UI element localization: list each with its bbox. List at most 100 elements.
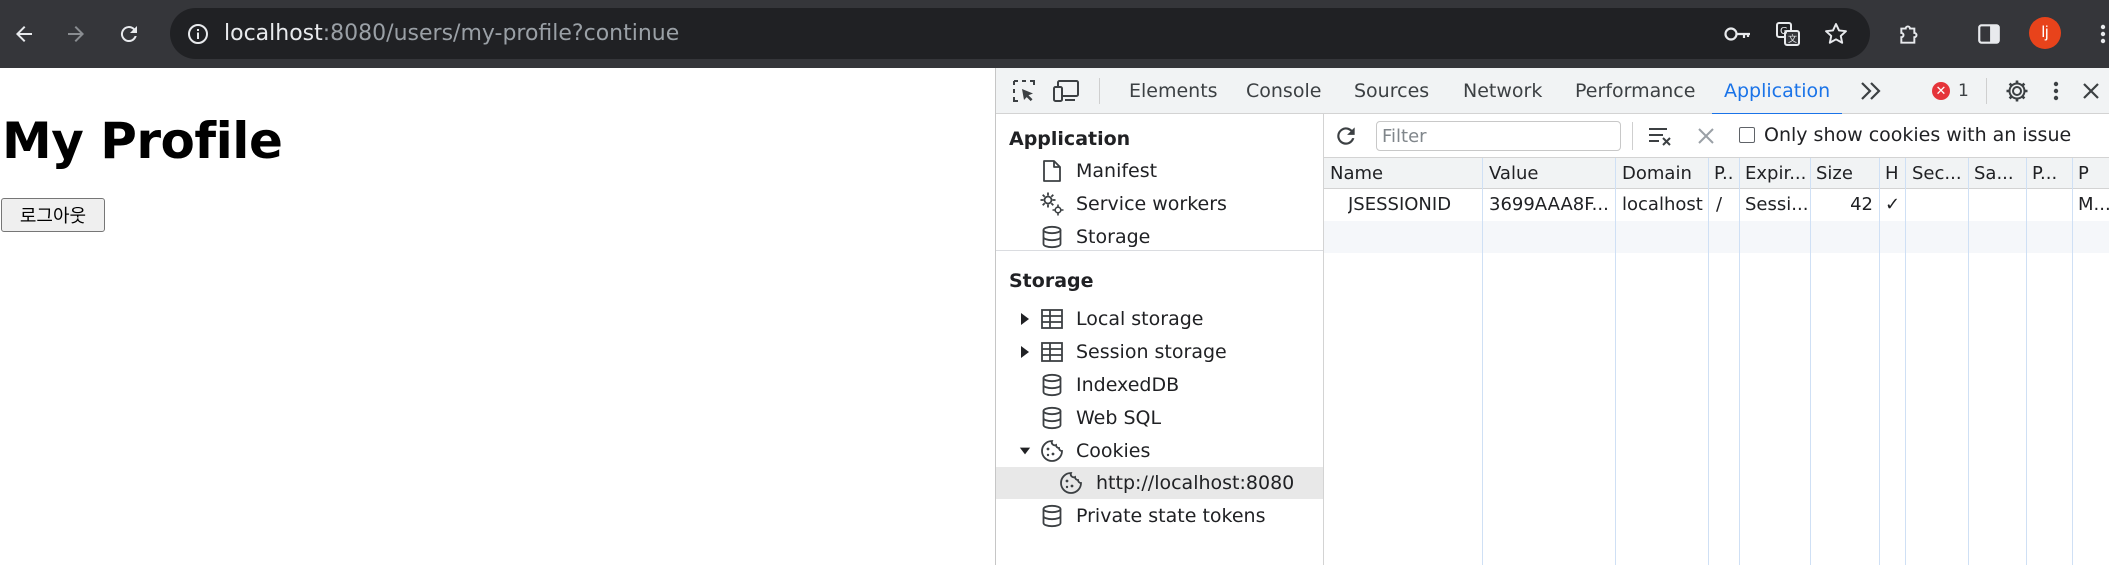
side-panel-button[interactable] [1969, 14, 2009, 54]
sidebar-item-storage[interactable]: Storage [996, 221, 1323, 253]
tab-sources[interactable]: Sources [1354, 68, 1429, 114]
more-tabs-icon[interactable] [1855, 75, 1887, 107]
header-domain[interactable]: Domain [1622, 158, 1704, 189]
sidebar-item-local-storage[interactable]: Local storage [996, 303, 1323, 335]
site-info-icon[interactable] [182, 18, 214, 50]
header-httponly[interactable]: H [1885, 158, 1903, 189]
sidebar-header-storage: Storage [1009, 270, 1094, 292]
column-divider [1482, 158, 1483, 565]
cell-secure [1912, 189, 1966, 221]
settings-gear-icon[interactable] [2001, 75, 2033, 107]
error-count: 1 [1958, 81, 1969, 101]
sidebar-item-indexeddb[interactable]: IndexedDB [996, 369, 1323, 401]
delete-selected-icon[interactable] [1691, 121, 1721, 151]
svg-text:G: G [1780, 26, 1788, 37]
sidebar-item-label: Web SQL [1076, 407, 1162, 429]
sidebar-item-manifest[interactable]: Manifest [996, 155, 1323, 187]
back-button[interactable] [4, 14, 44, 54]
cookie-icon [1058, 470, 1084, 496]
page-title: My Profile [2, 112, 283, 170]
cell-priority: M... [2078, 194, 2109, 215]
cell-httponly: ✓ [1885, 194, 1901, 215]
browser-toolbar: localhost:8080/users/my-profile?continue… [0, 0, 2109, 68]
clear-all-cookies-icon[interactable] [1645, 121, 1675, 151]
cookie-icon [1039, 438, 1065, 464]
url-host: localhost [224, 21, 323, 46]
application-sidebar: Application Manifest Service workers Sto… [996, 114, 1324, 565]
database-icon [1039, 372, 1065, 398]
bookmark-star-icon[interactable] [1819, 17, 1853, 51]
sidebar-item-session-storage[interactable]: Session storage [996, 336, 1323, 368]
sidebar-item-service-workers[interactable]: Service workers [996, 188, 1323, 220]
column-divider [1810, 158, 1811, 565]
sidebar-item-web-sql[interactable]: Web SQL [996, 402, 1323, 434]
extensions-button[interactable] [1890, 14, 1930, 54]
password-key-icon[interactable] [1721, 17, 1755, 51]
column-divider [1905, 158, 1906, 565]
tabbar-divider-right [1986, 78, 1987, 104]
cell-domain: localhost [1622, 194, 1703, 215]
cell-name: JSESSIONID [1348, 194, 1452, 215]
cell-partition-key [2032, 189, 2070, 221]
header-value[interactable]: Value [1489, 158, 1611, 189]
sidebar-item-label: http://localhost:8080 [1096, 472, 1295, 494]
gears-icon [1039, 191, 1065, 217]
sidebar-item-label: Storage [1076, 226, 1151, 248]
refresh-icon[interactable] [1331, 121, 1361, 151]
expand-arrow-icon[interactable] [1019, 345, 1031, 359]
header-secure[interactable]: Sec... [1912, 158, 1964, 189]
filter-input[interactable] [1376, 121, 1621, 151]
expand-arrow-icon[interactable] [1019, 312, 1031, 326]
profile-avatar[interactable]: lj [2029, 17, 2061, 49]
only-issue-checkbox[interactable]: Only show cookies with an issue [1739, 124, 2071, 146]
devtools-panel: Elements Console Sources Network Perform… [995, 68, 2109, 565]
url-text[interactable]: localhost:8080/users/my-profile?continue [224, 20, 679, 48]
sidebar-item-label: Manifest [1076, 160, 1158, 182]
header-priority[interactable]: P [2078, 158, 2108, 189]
browser-menu-button[interactable] [2088, 14, 2109, 54]
checkbox-box[interactable] [1739, 127, 1755, 143]
address-bar[interactable]: localhost:8080/users/my-profile?continue… [170, 8, 1870, 59]
reload-icon [120, 26, 137, 43]
header-path[interactable]: P.. [1714, 158, 1736, 189]
header-samesite[interactable]: Sa... [1974, 158, 2024, 189]
reload-button[interactable] [109, 14, 149, 54]
header-size[interactable]: Size [1816, 158, 1876, 189]
tab-console[interactable]: Console [1246, 68, 1321, 114]
tab-performance[interactable]: Performance [1575, 68, 1695, 114]
sidebar-item-cookies[interactable]: Cookies [996, 435, 1323, 467]
devtools-menu-icon[interactable] [2040, 75, 2072, 107]
database-icon [1039, 503, 1065, 529]
sidebar-item-label: Service workers [1076, 193, 1227, 215]
header-expires[interactable]: Expir... [1745, 158, 1807, 189]
cell-samesite [1974, 189, 2024, 221]
table-icon [1039, 306, 1065, 332]
inspect-element-icon[interactable] [1008, 75, 1040, 107]
error-count-badge[interactable]: ✕ 1 [1932, 81, 1969, 101]
svg-text:文: 文 [1788, 33, 1797, 45]
tab-network[interactable]: Network [1463, 68, 1542, 114]
header-partition-key[interactable]: P... [2032, 158, 2070, 189]
devtools-tabbar: Elements Console Sources Network Perform… [996, 68, 2109, 115]
only-issue-label: Only show cookies with an issue [1764, 124, 2072, 146]
forward-button[interactable] [56, 14, 96, 54]
profile-initial: lj [2041, 24, 2049, 41]
cell-path: / [1716, 194, 1723, 215]
database-icon [1039, 224, 1065, 250]
more-vert-icon [2100, 24, 2106, 44]
sidebar-item-cookie-origin[interactable]: http://localhost:8080 [996, 467, 1323, 499]
collapse-arrow-icon[interactable] [1019, 444, 1031, 458]
cell-value: 3699AAA8F... [1489, 194, 1609, 215]
device-toolbar-icon[interactable] [1050, 75, 1082, 107]
translate-icon[interactable]: G文 [1771, 17, 1805, 51]
close-devtools-icon[interactable] [2076, 75, 2106, 107]
cookies-toolbar: Only show cookies with an issue [1324, 114, 2109, 158]
page-content: My Profile 로그아웃 [0, 68, 995, 565]
header-name[interactable]: Name [1330, 158, 1478, 189]
toolbar-divider [1632, 122, 1633, 150]
logout-button[interactable]: 로그아웃 [1, 198, 105, 232]
tab-application[interactable]: Application [1711, 68, 1843, 115]
sidebar-item-private-state-tokens[interactable]: Private state tokens [996, 500, 1323, 532]
arrow-left-icon [16, 26, 32, 42]
tab-elements[interactable]: Elements [1129, 68, 1218, 114]
